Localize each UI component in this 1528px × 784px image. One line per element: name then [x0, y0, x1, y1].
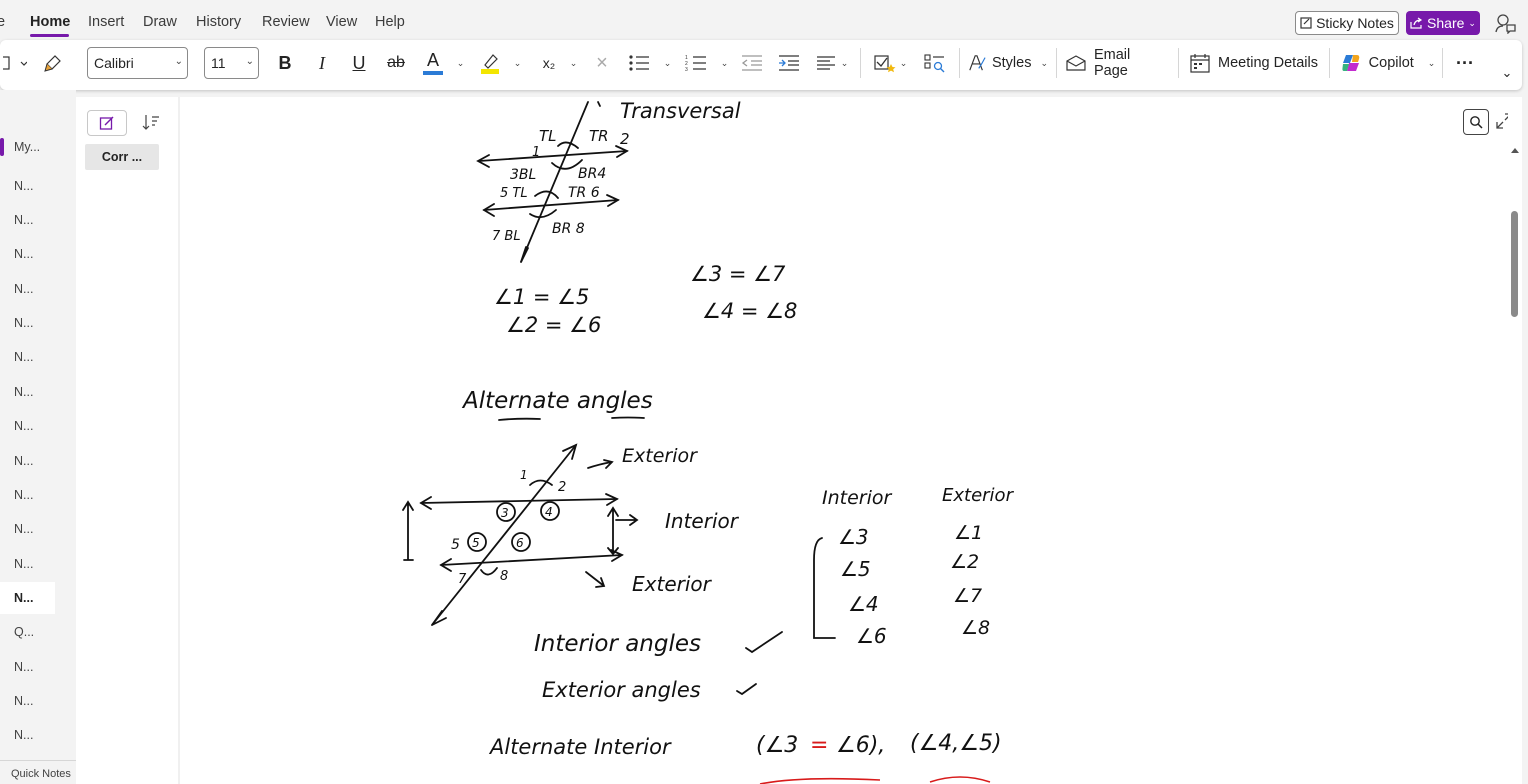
label-angle-5: 5	[472, 536, 480, 550]
label-br8: BR 8	[552, 221, 585, 237]
parallel-line-top-2	[420, 498, 618, 504]
column-header-exterior: Exterior	[942, 485, 1015, 506]
heading-alternate-angles: Alternate angles	[461, 388, 653, 414]
exterior-item: ∠1	[954, 522, 983, 544]
title-underline	[498, 416, 645, 421]
label-angle-3: 3	[501, 506, 509, 520]
exterior-item: ∠7	[953, 585, 982, 607]
ink-layer: Transversal TL TR 1 2 3BL BR4 5 TL TR 6 …	[402, 99, 1015, 784]
exterior-item: ∠8	[961, 617, 990, 639]
equation-4: ∠4 = ∠8	[702, 299, 797, 323]
check-mark-1	[745, 631, 783, 654]
arrow-head	[520, 246, 529, 263]
ink-text: Transversal TL TR 1 2 3BL BR4 5 TL TR 6 …	[451, 99, 1015, 759]
equation-1: ∠1 = ∠5	[494, 285, 589, 309]
label-1: 1	[532, 145, 540, 160]
alt-pair-1-equals: =	[810, 733, 828, 758]
interior-item: ∠4	[848, 592, 879, 616]
label-exterior-top: Exterior	[622, 445, 698, 467]
bracket-left	[402, 500, 414, 561]
equation-2: ∠2 = ∠6	[506, 313, 601, 337]
label-transversal: Transversal	[620, 99, 741, 123]
text-exterior-angles: Exterior angles	[542, 678, 701, 702]
interior-item: ∠5	[840, 557, 871, 581]
ink-dot	[597, 101, 601, 107]
label-3bl: 3BL	[510, 167, 536, 183]
text-alternate-interior: Alternate Interior	[488, 735, 672, 759]
label-angle-1: 1	[520, 468, 528, 482]
interior-item: ∠6	[856, 624, 887, 648]
column-header-interior: Interior	[822, 487, 892, 509]
label-interior: Interior	[665, 509, 740, 533]
exterior-item: ∠2	[950, 551, 979, 573]
interior-item: ∠3	[838, 525, 869, 549]
parallel-line-bottom	[483, 199, 619, 211]
angle-arc-8	[480, 567, 498, 576]
label-angle-2: 2	[558, 480, 566, 495]
exterior-arrow-bottom	[585, 571, 606, 588]
parallel-line-bottom-2	[440, 554, 623, 566]
label-exterior-bottom: Exterior	[632, 572, 713, 596]
label-br4: BR4	[578, 166, 606, 182]
alt-pair-2: (∠4,∠5)	[910, 731, 1002, 756]
list-bracket	[813, 537, 836, 639]
label-7bl: 7 BL	[492, 229, 521, 244]
label-tr: TR	[589, 127, 609, 145]
angle-arc-1	[529, 479, 553, 486]
arrow-head	[431, 610, 447, 626]
label-angle-4: 4	[545, 505, 553, 519]
label-angle-5-outside: 5	[451, 537, 460, 553]
equation-3: ∠3 = ∠7	[690, 262, 786, 286]
bracket-right	[607, 506, 619, 556]
transversal-line-2	[431, 444, 577, 626]
red-ink-partial	[759, 776, 991, 784]
label-angle-8: 8	[500, 569, 508, 584]
alt-pair-1-start: (∠3	[756, 733, 798, 758]
label-tr6: TR 6	[568, 185, 600, 201]
label-tl: TL	[539, 127, 557, 145]
alt-pair-1-end: ∠6),	[836, 733, 885, 758]
exterior-arrow-top	[587, 459, 614, 469]
label-5tl: 5 TL	[500, 186, 528, 201]
check-mark-2	[736, 683, 757, 696]
label-angle-7: 7	[458, 572, 467, 587]
text-interior-angles: Interior angles	[534, 631, 701, 657]
interior-arrow	[615, 514, 639, 526]
label-angle-6: 6	[516, 536, 524, 550]
parallel-line-top	[478, 150, 628, 162]
label-2: 2	[620, 130, 630, 148]
